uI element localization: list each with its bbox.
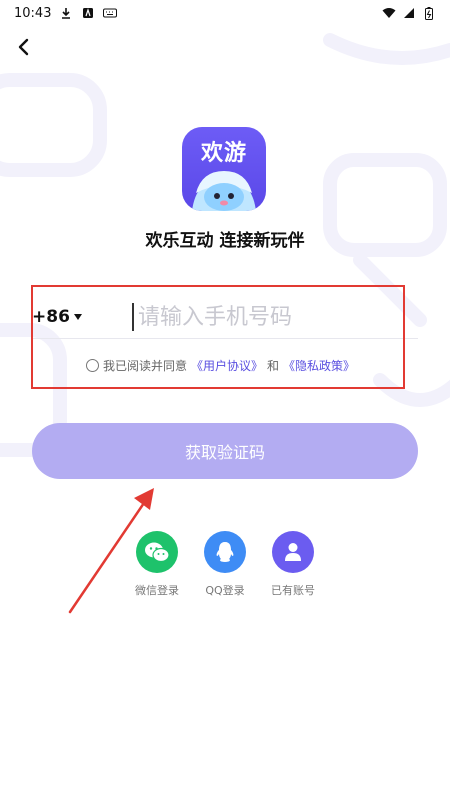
- qq-login-button[interactable]: QQ登录: [203, 531, 247, 598]
- status-bar: 10:43: [0, 0, 450, 26]
- wechat-login-label: 微信登录: [135, 584, 179, 597]
- annotation-arrow: [68, 488, 154, 614]
- qq-login-label: QQ登录: [205, 584, 245, 597]
- user-icon: [285, 543, 301, 561]
- chevron-left-icon: [18, 38, 29, 56]
- status-time: 10:43: [14, 5, 52, 21]
- download-icon: [59, 6, 73, 20]
- signal-icon: [402, 6, 416, 20]
- battery-icon: [422, 6, 436, 20]
- annotation-highlight-box: [31, 285, 405, 389]
- back-button[interactable]: [8, 32, 38, 62]
- background-decoration: [0, 33, 450, 457]
- app-logo: 欢游: [182, 127, 266, 211]
- app-notification-icon: [81, 6, 95, 20]
- qq-icon: [216, 542, 234, 562]
- wechat-login-button[interactable]: 微信登录: [135, 531, 179, 598]
- existing-account-button[interactable]: 已有账号: [271, 531, 315, 598]
- wifi-icon: [382, 6, 396, 20]
- mascot-icon: [192, 171, 256, 211]
- existing-account-label: 已有账号: [271, 584, 315, 597]
- get-verification-code-button[interactable]: 获取验证码: [32, 423, 418, 479]
- keyboard-icon: [103, 6, 118, 20]
- wechat-icon: [145, 542, 170, 563]
- social-login-row: 微信登录 QQ登录 已有账号: [0, 531, 450, 598]
- slogan: 欢乐互动 连接新玩伴: [145, 231, 305, 251]
